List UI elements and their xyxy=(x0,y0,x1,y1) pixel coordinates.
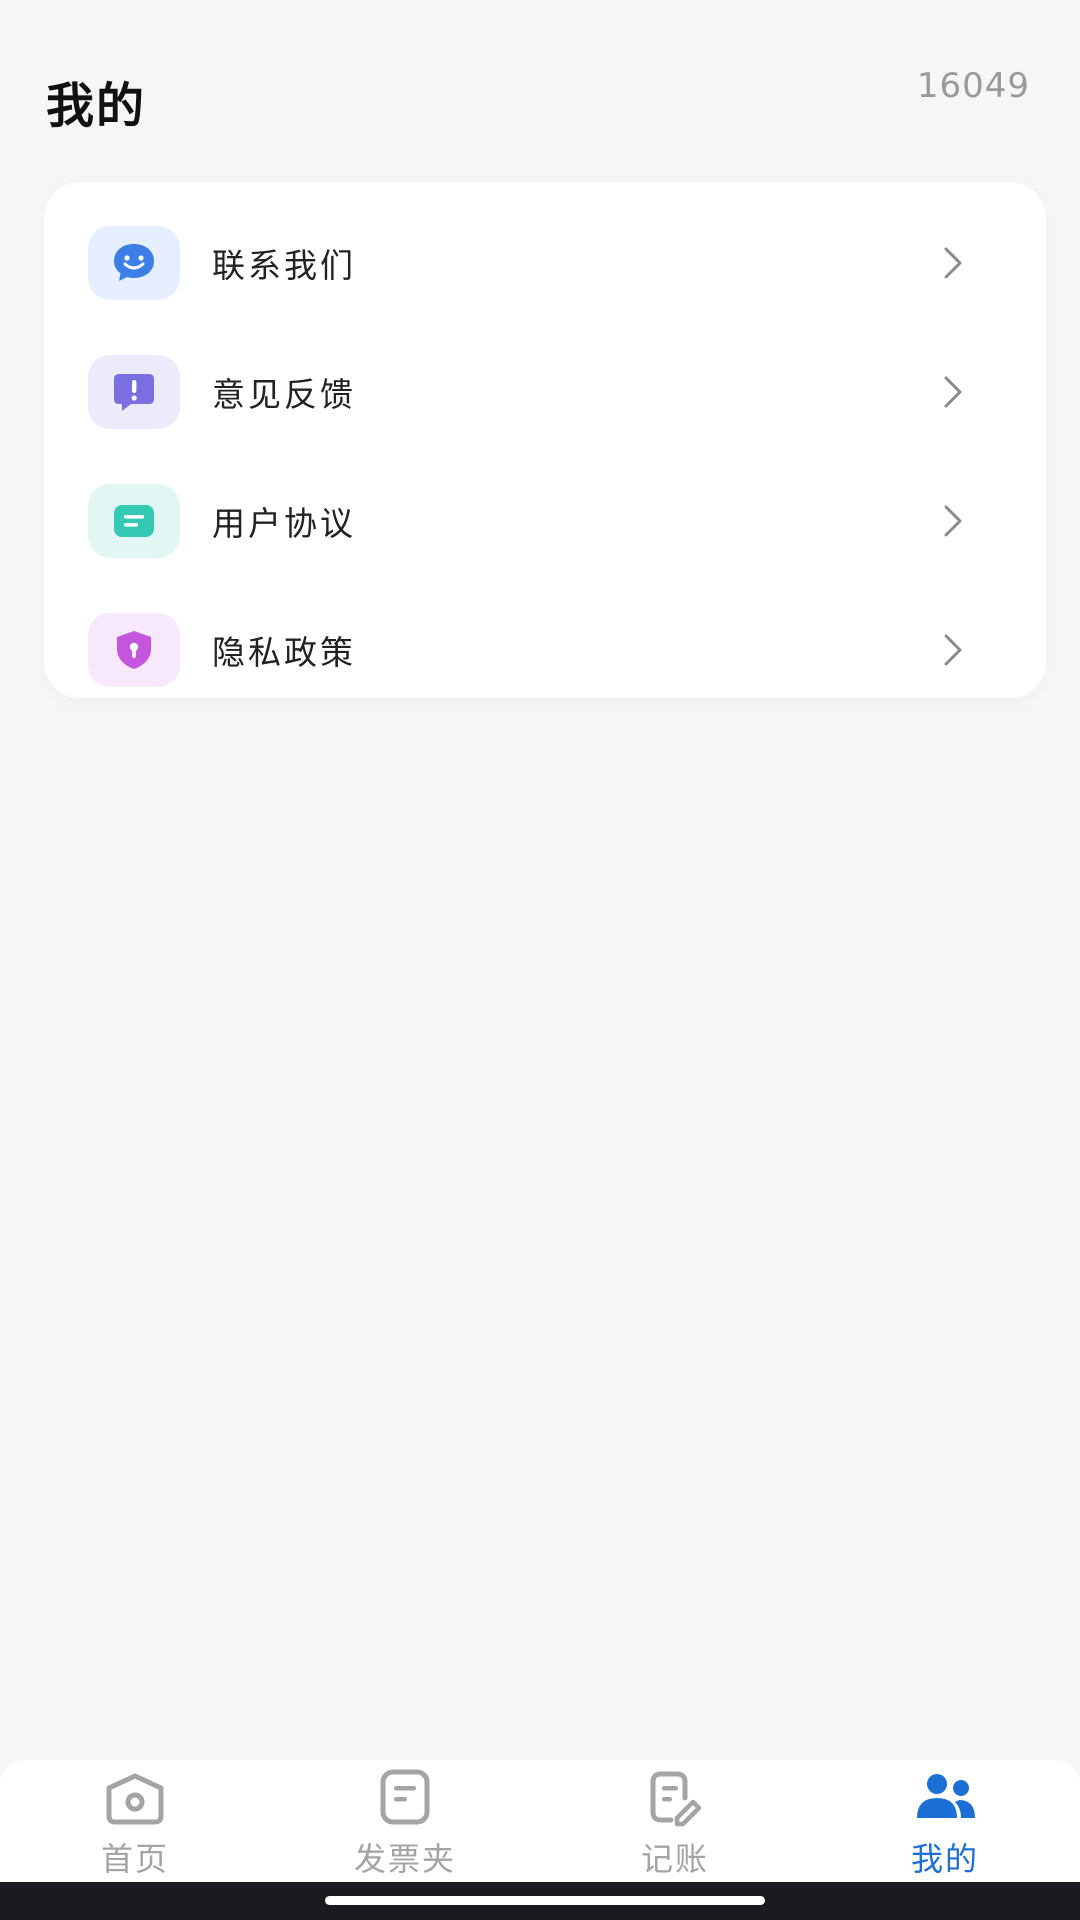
tab-mine[interactable]: 我的 xyxy=(810,1760,1080,1882)
chevron-right-icon xyxy=(944,247,962,278)
system-navigation-bar xyxy=(0,1882,1080,1920)
tab-label: 我的 xyxy=(910,1840,979,1878)
menu-item-label: 隐私政策 xyxy=(212,632,356,672)
tab-label: 首页 xyxy=(100,1840,169,1878)
menu-item-contact-us[interactable]: 联系我们 xyxy=(44,198,1046,327)
header: 我的 16049 xyxy=(0,0,1080,180)
shield-lock-icon xyxy=(88,612,180,687)
chat-smile-icon xyxy=(88,225,180,300)
tab-label: 记账 xyxy=(640,1840,709,1878)
home-indicator[interactable] xyxy=(325,1896,765,1905)
users-icon xyxy=(917,1774,975,1818)
menu-item-label: 意见反馈 xyxy=(212,374,356,414)
invoice-folder-icon xyxy=(380,1769,430,1825)
menu-item-feedback[interactable]: 意见反馈 xyxy=(44,327,1046,456)
tab-home[interactable]: 首页 xyxy=(0,1760,270,1882)
tab-invoice-folder[interactable]: 发票夹 xyxy=(270,1760,540,1882)
header-code: 16049 xyxy=(916,66,1030,106)
page-title: 我的 xyxy=(46,78,147,134)
feedback-alert-icon xyxy=(88,354,180,429)
document-icon xyxy=(88,483,180,558)
chevron-right-icon xyxy=(944,376,962,407)
bottom-nav: 首页 发票夹 记账 我的 xyxy=(0,1760,1080,1882)
menu-item-privacy-policy[interactable]: 隐私政策 xyxy=(44,585,1046,714)
camera-home-icon xyxy=(106,1773,164,1825)
menu-item-user-agreement[interactable]: 用户协议 xyxy=(44,456,1046,585)
tab-ledger[interactable]: 记账 xyxy=(540,1760,810,1882)
menu-item-label: 联系我们 xyxy=(212,245,356,285)
chevron-right-icon xyxy=(944,634,962,665)
profile-page: 我的 16049 联系我们 意见反馈 用户协议 隐私政策 首页 发票夹 记账 我… xyxy=(0,0,1080,1920)
menu-card: 联系我们 意见反馈 用户协议 隐私政策 xyxy=(44,182,1046,698)
chevron-right-icon xyxy=(944,505,962,536)
ledger-edit-icon xyxy=(650,1771,702,1827)
menu-item-label: 用户协议 xyxy=(212,503,356,543)
tab-label: 发票夹 xyxy=(353,1840,456,1878)
